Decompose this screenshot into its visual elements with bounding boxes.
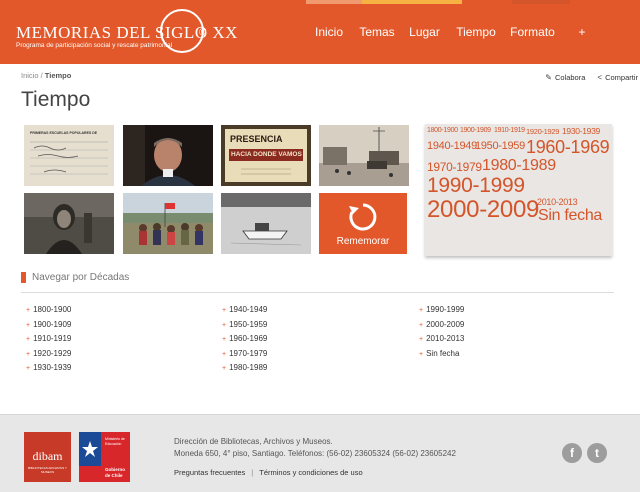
cloud-2000-2009[interactable]: 2000-2009 [427,196,539,224]
nav-inicio[interactable]: Inicio [306,0,352,64]
presencia-subheading: HACIA DONDE VAMOS [231,151,302,158]
woman-image [24,193,114,254]
cloud-1910-1919[interactable]: 1910-1919 [494,127,525,134]
thumb-presencia-sign[interactable]: PRESENCIA HACIA DONDE VAMOS [221,125,311,186]
cloud-1980-1989[interactable]: 1980-1989 [482,157,556,175]
decade-link[interactable]: 1930-1939 [26,361,71,376]
cloud-sin-fecha[interactable]: Sin fecha [538,207,602,225]
refresh-icon [349,203,377,231]
page-title: Tiempo [21,88,91,111]
cloud-1800-1900[interactable]: 1800-1900 [427,127,458,134]
cloud-1930-1939[interactable]: 1930-1939 [562,126,600,136]
decade-link[interactable]: 1950-1959 [222,318,267,333]
footer-link-separator: | [251,468,254,477]
breadcrumb: Inicio / Tiempo [21,71,71,80]
decade-link[interactable]: 1920-1929 [26,347,71,362]
boat-image [221,193,311,254]
decade-link[interactable]: 1960-1969 [222,332,267,347]
decades-section-header: Navegar por Décadas [21,272,129,283]
thumb-boat-water[interactable] [221,193,311,254]
decade-link[interactable]: 2000-2009 [419,318,464,333]
group-image [123,193,213,254]
facebook-icon[interactable]: f [562,443,582,463]
thumb-woman-bw[interactable] [24,193,114,254]
dibam-wordmark: dibam [32,449,63,463]
decade-link[interactable]: 2010-2013 [419,332,464,347]
decade-column-2: 1940-1949 1950-1959 1960-1969 1970-1979 … [222,303,267,376]
decade-link[interactable]: 1900-1909 [26,318,71,333]
address-line-2: Moneda 650, 4° piso, Santiago. Teléfonos… [174,449,456,458]
thumb-man-portrait[interactable] [123,125,213,186]
gobierno-logo[interactable]: Ministerio de Educación Gobierno de Chil… [79,432,130,482]
breadcrumb-home[interactable]: Inicio [21,71,39,80]
decade-tag-cloud: 1800-1900 1900-1909 1910-1919 1920-1929 … [425,124,612,256]
pencil-icon: ✎ [545,73,552,82]
section-accent-bar [21,272,26,283]
thumb-street-scene[interactable] [319,125,409,186]
address-line-1: Dirección de Bibliotecas, Archivos y Mus… [174,437,333,446]
nav-more[interactable]: + [560,0,604,64]
nav-temas[interactable]: Temas [352,0,402,64]
breadcrumb-separator: / [40,71,43,80]
colabora-label: Colabora [554,73,586,82]
thumb-document-escuelas[interactable]: PRIMERAS ESCUELAS POPULARES DE [24,125,114,186]
nav-lugar[interactable]: Lugar [402,0,447,64]
portrait-image [123,125,213,186]
decade-link[interactable]: 1940-1949 [222,303,267,318]
logo-mark: ® [199,27,206,37]
cloud-1960-1969[interactable]: 1960-1969 [526,137,610,158]
decade-link[interactable]: 1910-1919 [26,332,71,347]
cloud-1990-1999[interactable]: 1990-1999 [427,174,525,198]
site-footer: dibam BIBLIOTECAS ARCHIVOS Y MUSEOS Mini… [0,414,640,492]
logo-subtitle: Programa de participación social y resca… [16,42,173,49]
decade-link[interactable]: Sin fecha [419,347,464,362]
site-header: MEMORIAS DEL SIGLO XX ® Programa de part… [0,0,640,64]
decade-link[interactable]: 1970-1979 [222,347,267,362]
presencia-heading: PRESENCIA [230,134,283,144]
dibam-subtext: BIBLIOTECAS ARCHIVOS Y MUSEOS [28,466,67,474]
cloud-1920-1929[interactable]: 1920-1929 [526,127,559,136]
decade-link[interactable]: 1980-1989 [222,361,267,376]
nav-tiempo[interactable]: Tiempo [447,0,505,64]
decade-column-1: 1800-1900 1900-1909 1910-1919 1920-1929 … [26,303,71,376]
rememorar-button[interactable]: Rememorar [319,193,407,254]
cloud-1970-1979[interactable]: 1970-1979 [427,160,482,174]
colabora-link[interactable]: ✎ Colabora [545,73,585,82]
star-icon [82,441,98,457]
thumb-group-lake[interactable] [123,193,213,254]
page-actions: ✎ Colabora < Compartir [545,73,638,82]
decade-link[interactable]: 1990-1999 [419,303,464,318]
compartir-label: Compartir [605,73,638,82]
faq-link[interactable]: Preguntas frecuentes [174,468,245,477]
terms-link[interactable]: Términos y condiciones de uso [259,468,362,477]
gob-red-block [79,466,101,482]
gob-text-block: Ministerio de Educación Gobierno de Chil… [101,432,130,482]
cloud-1950-1959[interactable]: 1950-1959 [475,140,525,152]
cloud-1940-1949[interactable]: 1940-1949 [427,140,477,152]
gob-name: Gobierno de Chile [105,467,125,478]
twitter-icon[interactable]: t [587,443,607,463]
decade-column-3: 1990-1999 2000-2009 2010-2013 Sin fecha [419,303,464,361]
cloud-2010-2013[interactable]: 2010-2013 [537,197,578,207]
footer-links: Preguntas frecuentes | Términos y condic… [174,468,363,477]
doc1-heading: PRIMERAS ESCUELAS POPULARES DE [30,131,98,135]
nav-formato[interactable]: Formato [505,0,560,64]
street-image [319,125,409,186]
main-nav: Inicio Temas Lugar Tiempo Formato + [306,0,604,64]
breadcrumb-current: Tiempo [44,71,72,80]
gob-ministry: Ministerio de Educación [105,437,125,446]
rememorar-label: Rememorar [336,236,390,247]
compartir-link[interactable]: < Compartir [597,73,638,82]
dibam-logo[interactable]: dibam BIBLIOTECAS ARCHIVOS Y MUSEOS [24,432,71,482]
decade-link[interactable]: 1800-1900 [26,303,71,318]
decades-section-title: Navegar por Décadas [32,272,130,283]
share-icon: < [597,73,603,82]
footer-address: Dirección de Bibliotecas, Archivos y Mus… [174,436,456,460]
cloud-1900-1909[interactable]: 1900-1909 [460,127,491,134]
section-divider [21,292,614,293]
